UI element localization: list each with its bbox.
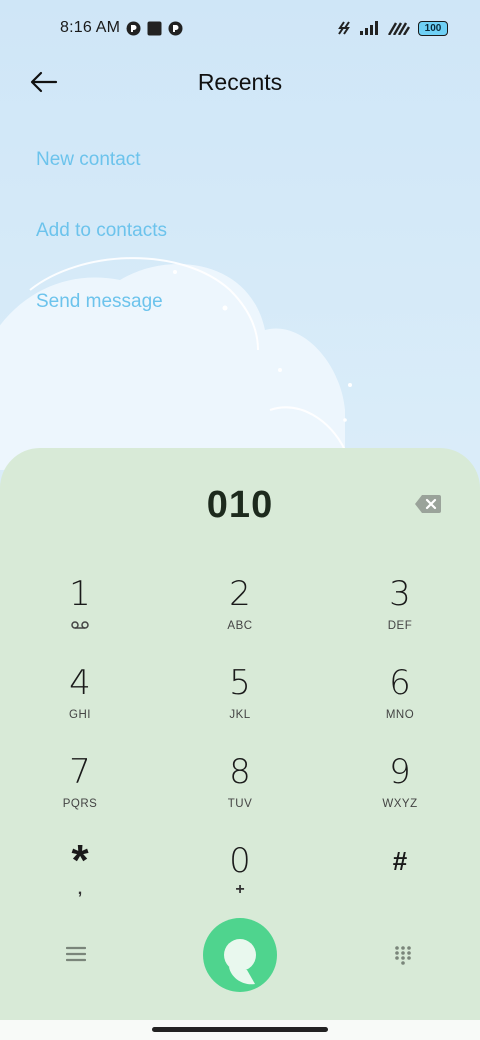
key-letters: + — [235, 881, 245, 898]
data-icon — [336, 20, 352, 36]
keypad-row: * , 0 + # — [0, 836, 480, 930]
battery-indicator: 100 — [418, 20, 448, 36]
voicemail-icon — [71, 620, 89, 633]
key-9[interactable]: 9 WXYZ — [360, 752, 440, 832]
wifi-icon — [388, 21, 410, 35]
key-digit: 3 — [389, 574, 411, 614]
status-time: 8:16 AM — [60, 19, 121, 36]
menu-button[interactable] — [65, 946, 87, 967]
home-indicator[interactable] — [152, 1027, 328, 1032]
key-letters: MNO — [385, 709, 415, 721]
status-bar: 8:16 AM 100 — [0, 0, 480, 56]
key-digit: 4 — [69, 663, 91, 703]
backspace-icon — [415, 495, 441, 513]
top-app-bar: Recents — [0, 56, 480, 108]
dialpad-icon — [395, 946, 411, 965]
key-letters: TUV — [227, 798, 253, 810]
key-digit: 9 — [389, 752, 411, 792]
key-8[interactable]: 8 TUV — [200, 752, 280, 832]
key-letters: GHI — [69, 709, 91, 721]
keypad-row: 1 2 ABC 3 DEF — [0, 574, 480, 663]
back-button[interactable] — [28, 66, 60, 98]
new-contact-link[interactable]: New contact — [36, 140, 167, 211]
key-5[interactable]: 5 JKL — [200, 663, 280, 743]
key-letters: , — [77, 881, 83, 898]
signal-icon — [360, 21, 380, 35]
key-3[interactable]: 3 DEF — [360, 574, 440, 654]
key-star[interactable]: * , — [40, 836, 120, 921]
keypad: 1 2 ABC 3 DEF 4 GHI 5 JKL 6 MNO 7 PQRS 8… — [0, 574, 480, 930]
key-letters: PQRS — [62, 798, 98, 810]
key-digit: 6 — [389, 663, 411, 703]
call-button[interactable] — [203, 918, 277, 992]
call-icon — [224, 939, 256, 985]
app-notification-icon — [126, 21, 141, 36]
key-digit: * — [71, 836, 89, 885]
key-2[interactable]: 2 ABC — [200, 574, 280, 654]
hamburger-menu-icon — [65, 946, 87, 962]
app-notification-icon — [168, 21, 183, 36]
dialer-panel: 010 1 2 ABC 3 DEF 4 GHI 5 JKL 6 MNO 7 PQ… — [0, 448, 480, 1020]
key-letters: ABC — [227, 620, 253, 632]
key-digit: 8 — [229, 752, 251, 792]
key-0[interactable]: 0 + — [200, 841, 280, 921]
key-digit: 1 — [69, 574, 91, 614]
key-digit: 7 — [69, 752, 91, 792]
key-letters: DEF — [387, 620, 413, 632]
backspace-button[interactable] — [414, 494, 442, 519]
keypad-row: 4 GHI 5 JKL 6 MNO — [0, 663, 480, 752]
arrow-left-icon — [30, 71, 58, 93]
key-1[interactable]: 1 — [40, 574, 120, 654]
keypad-row: 7 PQRS 8 TUV 9 WXYZ — [0, 752, 480, 841]
status-left: 8:16 AM — [60, 19, 183, 37]
key-6[interactable]: 6 MNO — [360, 663, 440, 743]
dialed-number: 010 — [206, 484, 274, 526]
send-message-link[interactable]: Send message — [36, 282, 167, 353]
status-right: 100 — [336, 20, 448, 36]
key-hash[interactable]: # — [360, 841, 440, 921]
action-links: New contact Add to contacts Send message — [36, 140, 167, 353]
dialer-bottom-bar — [0, 918, 480, 998]
key-4[interactable]: 4 GHI — [40, 663, 120, 743]
add-to-contacts-link[interactable]: Add to contacts — [36, 211, 167, 282]
key-digit: 5 — [229, 663, 251, 703]
key-letters: WXYZ — [382, 798, 418, 810]
key-digit: 0 — [229, 841, 251, 881]
stop-square-icon — [147, 21, 162, 36]
key-letters: JKL — [229, 709, 251, 721]
key-digit: 2 — [229, 574, 251, 614]
dialpad-toggle-button[interactable] — [394, 945, 412, 970]
page-title: Recents — [197, 68, 283, 95]
key-digit: # — [392, 846, 408, 876]
key-7[interactable]: 7 PQRS — [40, 752, 120, 832]
